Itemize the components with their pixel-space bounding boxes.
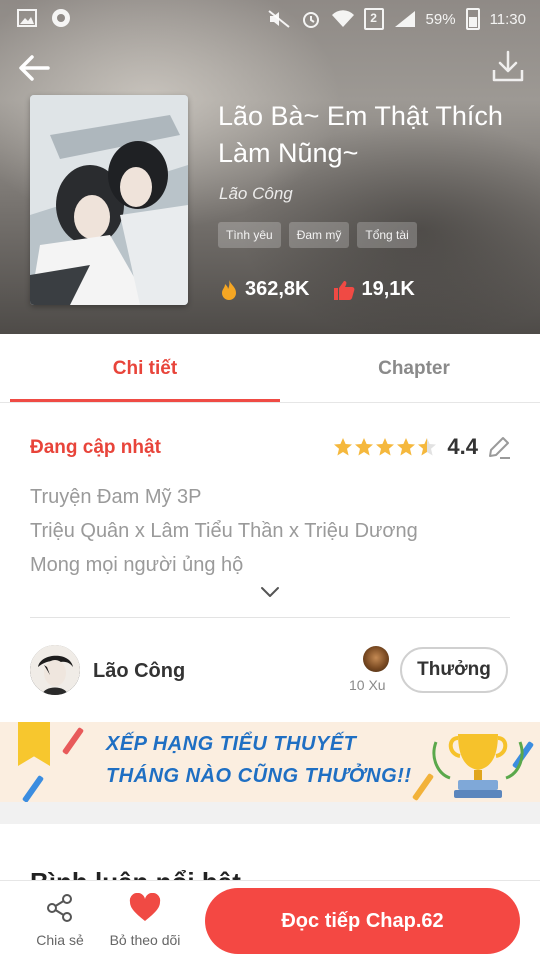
book-cover[interactable]	[30, 95, 188, 305]
author-avatar[interactable]	[30, 645, 80, 695]
reward-button[interactable]: Thưởng	[400, 647, 508, 693]
views-count: 362,8K	[245, 278, 310, 300]
heart-icon	[129, 892, 161, 921]
tab-bar: Chi tiết Chapter	[0, 334, 540, 403]
sim-slot-icon: 2	[363, 8, 384, 30]
tab-chapter[interactable]: Chapter	[279, 334, 540, 402]
unfollow-button[interactable]: Bỏ theo dõi	[100, 892, 190, 948]
book-description: Truyện Đam Mỹ 3P Triệu Quân x Lâm Tiểu T…	[30, 480, 510, 582]
genre-tag[interactable]: Đam mỹ	[288, 222, 350, 248]
rating-value: 4.4	[447, 434, 478, 459]
tab-detail[interactable]: Chi tiết	[10, 334, 280, 402]
banner-decoration	[61, 726, 85, 756]
rating-row: 4.4	[333, 434, 512, 460]
banner-title-line2: THÁNG NÀO CŨNG THƯỞNG!!	[106, 765, 412, 787]
star-icon	[334, 438, 353, 456]
genre-tag[interactable]: Tổng tài	[357, 222, 417, 248]
divider	[30, 617, 510, 618]
book-title: Lão Bà~ Em Thật Thích Làm Nũng~	[218, 101, 503, 168]
ranking-banner[interactable]: XẾP HẠNG TIỂU THUYẾT THÁNG NÀO CŨNG THƯỞ…	[0, 722, 540, 802]
star-icon	[355, 438, 374, 456]
notification-app-icon	[50, 8, 72, 28]
genre-tag[interactable]: Tình yêu	[218, 222, 281, 248]
alarm-icon	[300, 9, 322, 29]
author-name[interactable]: Lão Công	[93, 660, 185, 683]
book-author[interactable]: Lão Công	[219, 184, 293, 204]
back-button[interactable]	[14, 48, 54, 88]
thumbs-up-icon	[333, 280, 354, 300]
mute-icon	[267, 9, 290, 29]
battery-icon	[465, 8, 480, 30]
views-stat: 362,8K	[219, 278, 310, 301]
arrow-left-icon	[19, 55, 50, 81]
description-line: Triệu Quân x Lâm Tiểu Thần x Triệu Dương	[30, 520, 418, 542]
download-button[interactable]	[488, 48, 528, 88]
likes-stat: 19,1K	[332, 278, 415, 301]
wifi-icon	[331, 9, 354, 29]
trophy-icon	[432, 734, 524, 798]
signal-icon	[394, 9, 416, 29]
continue-reading-button[interactable]: Đọc tiếp Chap.62	[205, 888, 520, 954]
download-icon	[492, 50, 524, 82]
clock: 11:30	[489, 10, 526, 28]
banner-decoration	[21, 774, 45, 802]
update-status: Đang cập nhật	[30, 437, 161, 458]
banner-title-line1: XẾP HẠNG TIỂU THUYẾT	[106, 733, 357, 755]
description-line: Mong mọi người ủng hộ	[30, 554, 244, 576]
bottom-action-bar: Chia sẻ Bỏ theo dõi Đọc tiếp Chap.62	[0, 880, 540, 961]
share-button[interactable]: Chia sẻ	[30, 893, 90, 948]
bookmark-ribbon-icon	[18, 722, 50, 766]
share-label: Chia sẻ	[36, 932, 84, 948]
gallery-icon	[16, 8, 38, 28]
rating-stars	[333, 437, 437, 457]
share-icon	[47, 894, 72, 922]
gift-giver-avatar	[363, 646, 389, 672]
flame-icon	[222, 279, 236, 300]
chevron-down-icon	[261, 587, 279, 597]
expand-description-button[interactable]	[259, 584, 281, 600]
star-half-icon	[418, 438, 437, 456]
description-line: Truyện Đam Mỹ 3P	[30, 486, 202, 508]
battery-percent: 59%	[425, 10, 456, 28]
star-icon	[376, 438, 395, 456]
gift-amount: 10 Xu	[349, 677, 386, 693]
status-bar: 2 59% 11:30	[0, 0, 540, 38]
star-icon	[397, 438, 416, 456]
featured-comments-heading: Bình luận nổi bật	[30, 867, 241, 882]
book-header: 2 59% 11:30 Lão Bà~ Em Thật Thích Làm Nũ…	[0, 0, 540, 334]
genre-tags: Tình yêu Đam mỹ Tổng tài	[218, 222, 417, 248]
book-stats: 362,8K 19,1K	[219, 278, 415, 301]
section-separator	[0, 802, 540, 824]
edit-rating-icon[interactable]	[486, 434, 512, 460]
unfollow-label: Bỏ theo dõi	[109, 932, 181, 948]
likes-count: 19,1K	[361, 278, 415, 300]
